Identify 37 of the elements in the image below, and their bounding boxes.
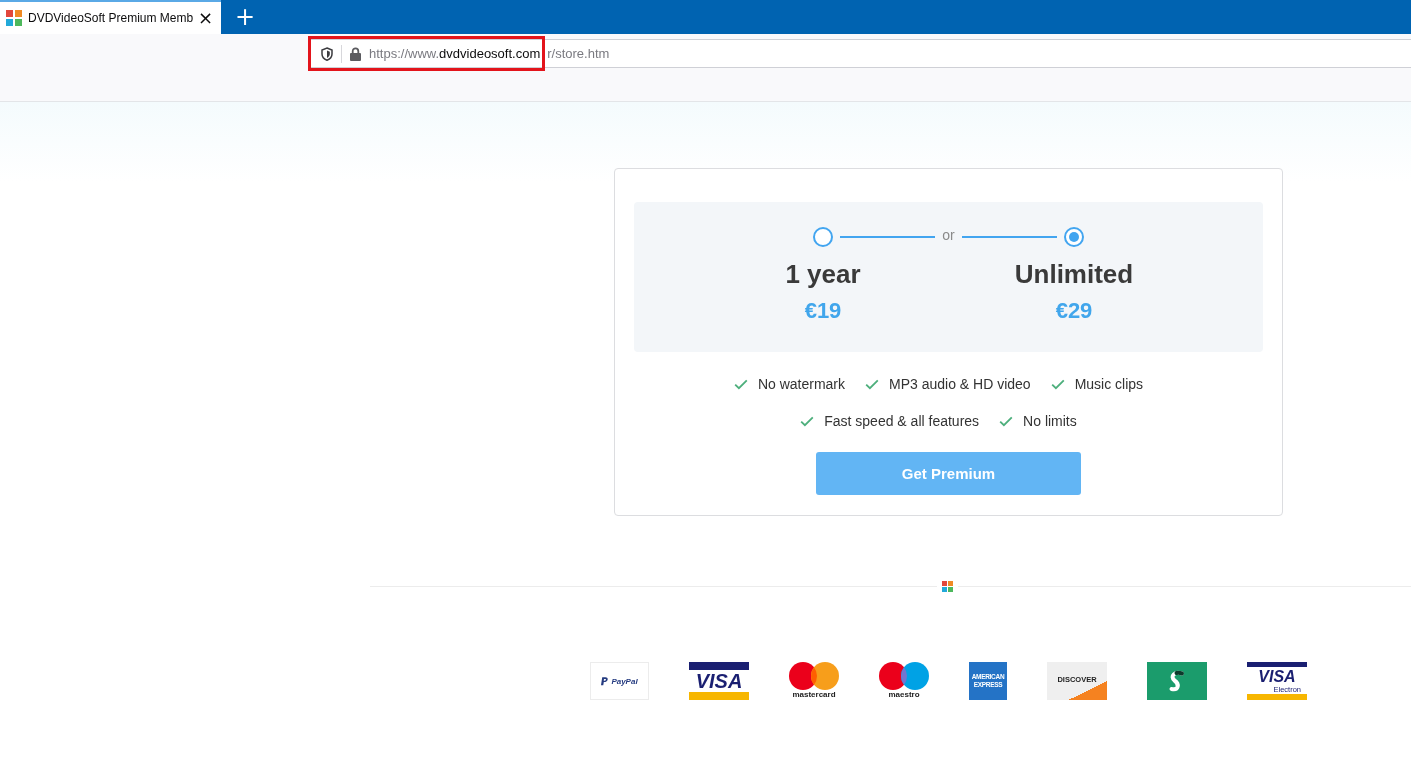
plan-price: €29 — [1055, 298, 1093, 324]
url-text: https://www.dvdvideosoft.com — [369, 46, 541, 61]
url-path-text: r/store.htm — [547, 46, 610, 61]
check-icon — [1050, 378, 1065, 390]
brand-name: VISA — [1258, 667, 1296, 685]
shield-icon[interactable] — [321, 46, 333, 61]
address-bar[interactable]: https://www.dvdvideosoft.com r/store.htm — [310, 39, 1411, 68]
tiles-icon — [942, 580, 953, 592]
tiles-icon — [6, 10, 22, 26]
new-tab-button[interactable]: + — [229, 5, 262, 29]
feature-text: Fast speed & all features — [824, 413, 980, 429]
feature-text: No watermark — [757, 376, 845, 392]
plan-name: Unlimited — [1014, 259, 1134, 289]
close-tab-button[interactable]: × — [195, 9, 215, 27]
logo-mark-icon — [601, 676, 609, 686]
check-icon — [800, 415, 815, 427]
check-icon — [999, 415, 1014, 427]
brand-name: maestro — [888, 690, 920, 700]
plan-name: 1 year — [785, 259, 861, 289]
overlapping-circles-icon — [789, 662, 839, 690]
lock-icon[interactable] — [350, 46, 361, 61]
plan-price: €19 — [804, 298, 842, 324]
feature-text: Music clips — [1074, 376, 1144, 392]
separator-text: or — [942, 227, 955, 243]
radio-button[interactable] — [1063, 227, 1084, 247]
browser-tab[interactable]: DVDVideoSoft Premium Memb × — [0, 0, 221, 34]
feature-text: No limits — [1023, 413, 1077, 429]
tab-title: DVDVideoSoft Premium Memb — [28, 11, 195, 25]
feature-text: MP3 audio & HD video — [889, 376, 1031, 392]
brand-name: PayPal — [611, 676, 638, 686]
swirl-icon — [1147, 662, 1207, 700]
card-logo: VISA — [689, 662, 749, 700]
radio-button[interactable] — [813, 227, 834, 247]
check-icon — [865, 378, 879, 390]
check-icon — [733, 378, 748, 390]
overlapping-circles-icon — [879, 662, 929, 690]
brand-name: mastercard — [792, 690, 836, 700]
